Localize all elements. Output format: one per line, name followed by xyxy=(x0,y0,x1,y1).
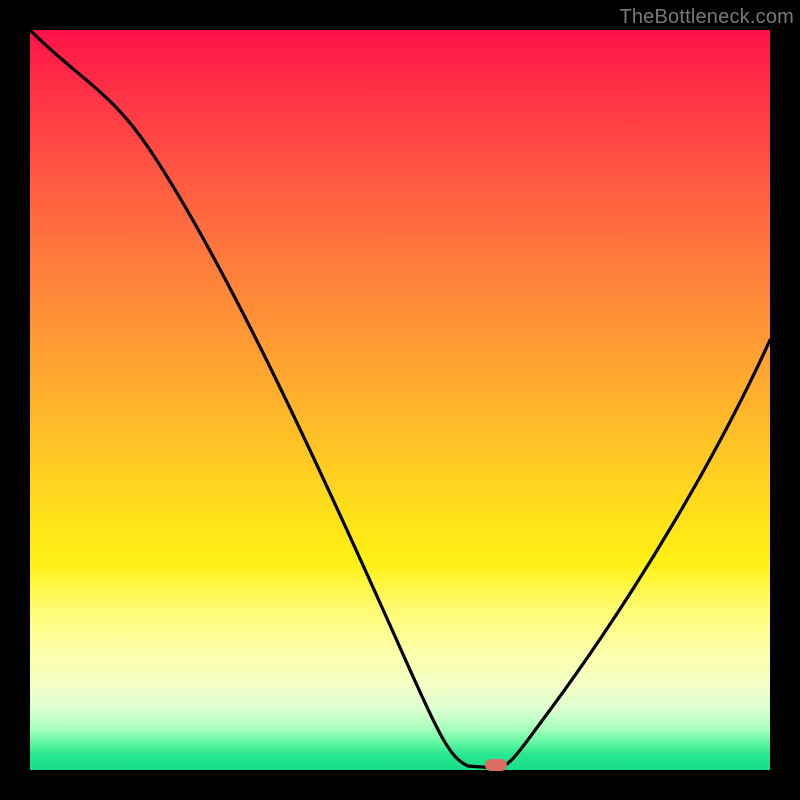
bottleneck-curve xyxy=(30,30,770,770)
watermark-text: TheBottleneck.com xyxy=(619,6,794,29)
optimal-marker xyxy=(485,759,507,771)
plot-area xyxy=(30,30,770,770)
curve-path xyxy=(30,30,770,768)
chart-frame: TheBottleneck.com xyxy=(0,0,800,800)
